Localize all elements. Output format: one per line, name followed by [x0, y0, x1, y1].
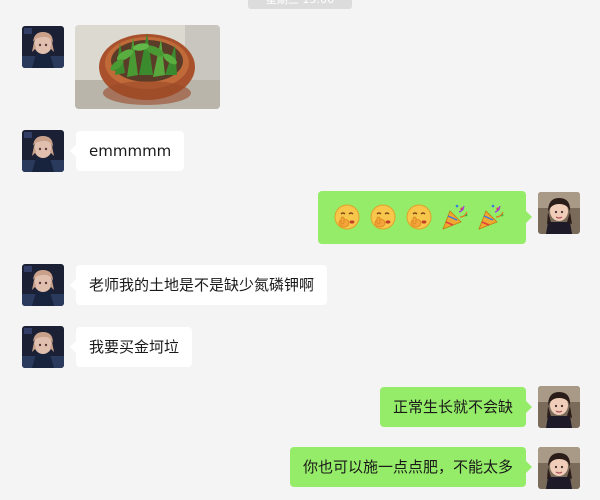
shushing-face-icon [368, 202, 398, 232]
incoming-message[interactable]: emmmmm [69, 131, 185, 171]
party-popper-icon [476, 202, 506, 232]
incoming-message[interactable]: 我要买金坷垃 [69, 327, 193, 367]
my-avatar-image [538, 192, 580, 234]
message-timestamp: 星期三 15:06 [248, 0, 352, 9]
outgoing-emoji-message[interactable] [318, 191, 532, 244]
contact-avatar[interactable] [22, 326, 64, 368]
image-message[interactable] [75, 25, 220, 109]
shushing-face-icon [332, 202, 362, 232]
party-popper-icon [440, 202, 470, 232]
contact-avatar[interactable] [22, 26, 64, 68]
contact-avatar-image [22, 130, 64, 172]
incoming-message[interactable]: 老师我的土地是不是缺少氮磷钾啊 [69, 265, 328, 305]
contact-avatar-image [22, 264, 64, 306]
plant-photo [75, 25, 220, 109]
contact-avatar[interactable] [22, 264, 64, 306]
contact-avatar-image [22, 26, 64, 68]
my-avatar-image [538, 386, 580, 428]
outgoing-message[interactable]: 你也可以施一点点肥，不能太多 [289, 447, 533, 487]
my-avatar[interactable] [538, 386, 580, 428]
my-avatar-image [538, 447, 580, 489]
my-avatar[interactable] [538, 192, 580, 234]
outgoing-message[interactable]: 正常生长就不会缺 [379, 387, 533, 427]
my-avatar[interactable] [538, 447, 580, 489]
shushing-face-icon [404, 202, 434, 232]
contact-avatar-image [22, 326, 64, 368]
contact-avatar[interactable] [22, 130, 64, 172]
